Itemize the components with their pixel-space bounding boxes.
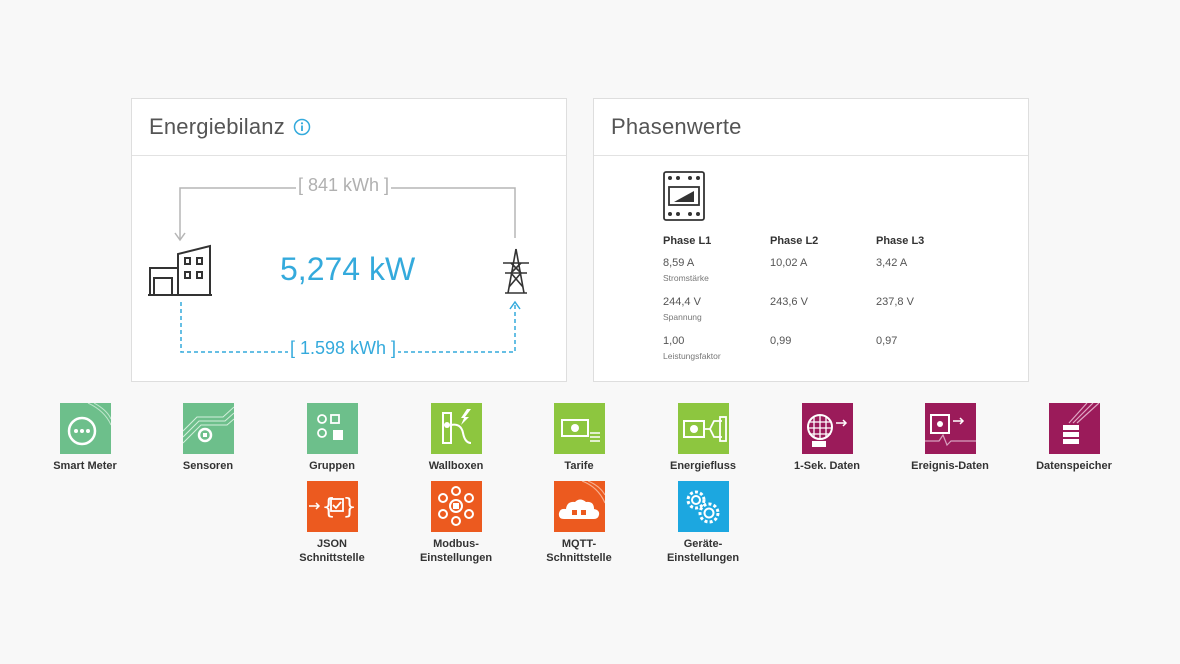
phase-l1-power-factor: 1,00: [663, 335, 685, 347]
phase-l1-title: Phase L1: [663, 235, 712, 247]
tile-label-line2: Einstellungen: [419, 551, 493, 564]
meter-device-icon: [663, 171, 705, 221]
phase-l3-power-factor: 0,97: [876, 335, 898, 347]
tile-device-settings[interactable]: Geräte- Einstellungen: [638, 481, 768, 565]
power-pylon-icon: [503, 248, 529, 294]
tile-label: JSON Schnittstelle: [267, 538, 397, 565]
phase-l1-column: Phase L1 8,59 A Stromstärke 244,4 V Span…: [663, 235, 763, 361]
tile-label-line2: Schnittstelle: [546, 551, 612, 564]
tile-label-line1: JSON: [317, 538, 347, 550]
tile-label: MQTT- Schnittstelle: [514, 538, 644, 565]
tile-label: Sensoren: [182, 460, 234, 472]
energy-flow-icon: [677, 403, 729, 454]
tile-label: Energiefluss: [669, 460, 737, 472]
phase-values-card: Phasenwerte Phase L1 8,59 A Stromstärke …: [593, 98, 1029, 382]
phase-l2-column: Phase L2 10,02 A 243,6 V 0,99: [770, 235, 870, 347]
tile-smart-meter[interactable]: Smart Meter: [20, 403, 150, 474]
phase-values-header: Phasenwerte: [594, 99, 1028, 156]
tile-label-line1: Geräte-: [683, 538, 723, 550]
phase-l3-title: Phase L3: [876, 235, 925, 247]
svg-text:}: }: [343, 495, 356, 520]
tile-groups[interactable]: Gruppen: [267, 403, 397, 474]
grid-export-energy: [ 1.598 kWh ]: [288, 338, 399, 359]
tile-label-line1: Modbus-: [433, 538, 479, 550]
json-interface-icon: { }: [306, 481, 358, 532]
tile-label: Gruppen: [309, 460, 355, 472]
building-icon: [148, 244, 212, 296]
tile-data-storage[interactable]: Datenspeicher: [1009, 403, 1139, 474]
phase-l1-current: 8,59 A: [663, 257, 695, 269]
phase-l2-current: 10,02 A: [770, 257, 808, 269]
tile-mqtt-interface[interactable]: MQTT- Schnittstelle: [514, 481, 644, 565]
tile-json-interface[interactable]: { } JSON Schnittstelle: [267, 481, 397, 565]
current-label: Stromstärke: [663, 273, 709, 283]
phase-l3-column: Phase L3 3,42 A 237,8 V 0,97: [876, 235, 976, 347]
energy-balance-title: Energiebilanz: [149, 114, 285, 139]
phase-l3-voltage: 237,8 V: [876, 296, 914, 308]
phase-l2-voltage: 243,6 V: [770, 296, 808, 308]
tile-label: 1-Sek. Daten: [793, 460, 861, 472]
tile-energy-flow[interactable]: Energiefluss: [638, 403, 768, 474]
tile-sensors[interactable]: Sensoren: [143, 403, 273, 474]
tile-label: Tarife: [564, 460, 594, 472]
event-data-icon: [924, 403, 976, 454]
smart-meter-icon: [59, 403, 111, 454]
power-factor-label: Leistungsfaktor: [663, 351, 721, 361]
grid-import-energy: [ 841 kWh ]: [296, 175, 392, 196]
phase-l1-voltage: 244,4 V: [663, 296, 701, 308]
current-power-value: 5,274 kW: [280, 251, 416, 287]
phase-l2-power-factor: 0,99: [770, 335, 792, 347]
wallbox-icon: [430, 403, 482, 454]
tile-label: Modbus- Einstellungen: [391, 538, 521, 565]
tile-label-line2: Schnittstelle: [299, 551, 365, 564]
tile-label: Wallboxen: [428, 460, 484, 472]
gears-icon: [677, 481, 729, 532]
tile-tariffs[interactable]: Tarife: [514, 403, 644, 474]
tile-modbus-settings[interactable]: Modbus- Einstellungen: [391, 481, 521, 565]
info-icon[interactable]: [293, 118, 311, 136]
tile-label: Smart Meter: [53, 460, 117, 472]
tariff-icon: [553, 403, 605, 454]
groups-icon: [306, 403, 358, 454]
voltage-label: Spannung: [663, 312, 702, 322]
tile-label: Datenspeicher: [1036, 460, 1112, 472]
tile-one-second-data[interactable]: 1-Sek. Daten: [762, 403, 892, 474]
phase-l3-current: 3,42 A: [876, 257, 908, 269]
phase-values-title: Phasenwerte: [611, 114, 742, 139]
modbus-settings-icon: [430, 481, 482, 532]
data-storage-icon: [1048, 403, 1100, 454]
tile-label: Geräte- Einstellungen: [638, 538, 768, 565]
energy-balance-card: Energiebilanz [ 841 kWh ] [ 1.598 kWh ] …: [131, 98, 567, 382]
phase-l2-title: Phase L2: [770, 235, 819, 247]
tile-label-line2: Einstellungen: [666, 551, 740, 564]
energy-balance-header: Energiebilanz: [132, 99, 566, 156]
tile-label: Ereignis-Daten: [911, 460, 989, 472]
mqtt-cloud-icon: [553, 481, 605, 532]
tile-event-data[interactable]: Ereignis-Daten: [885, 403, 1015, 474]
sensor-icon: [182, 403, 234, 454]
second-data-icon: [801, 403, 853, 454]
tile-label-line1: MQTT-: [561, 538, 597, 550]
tile-wallboxes[interactable]: Wallboxen: [391, 403, 521, 474]
